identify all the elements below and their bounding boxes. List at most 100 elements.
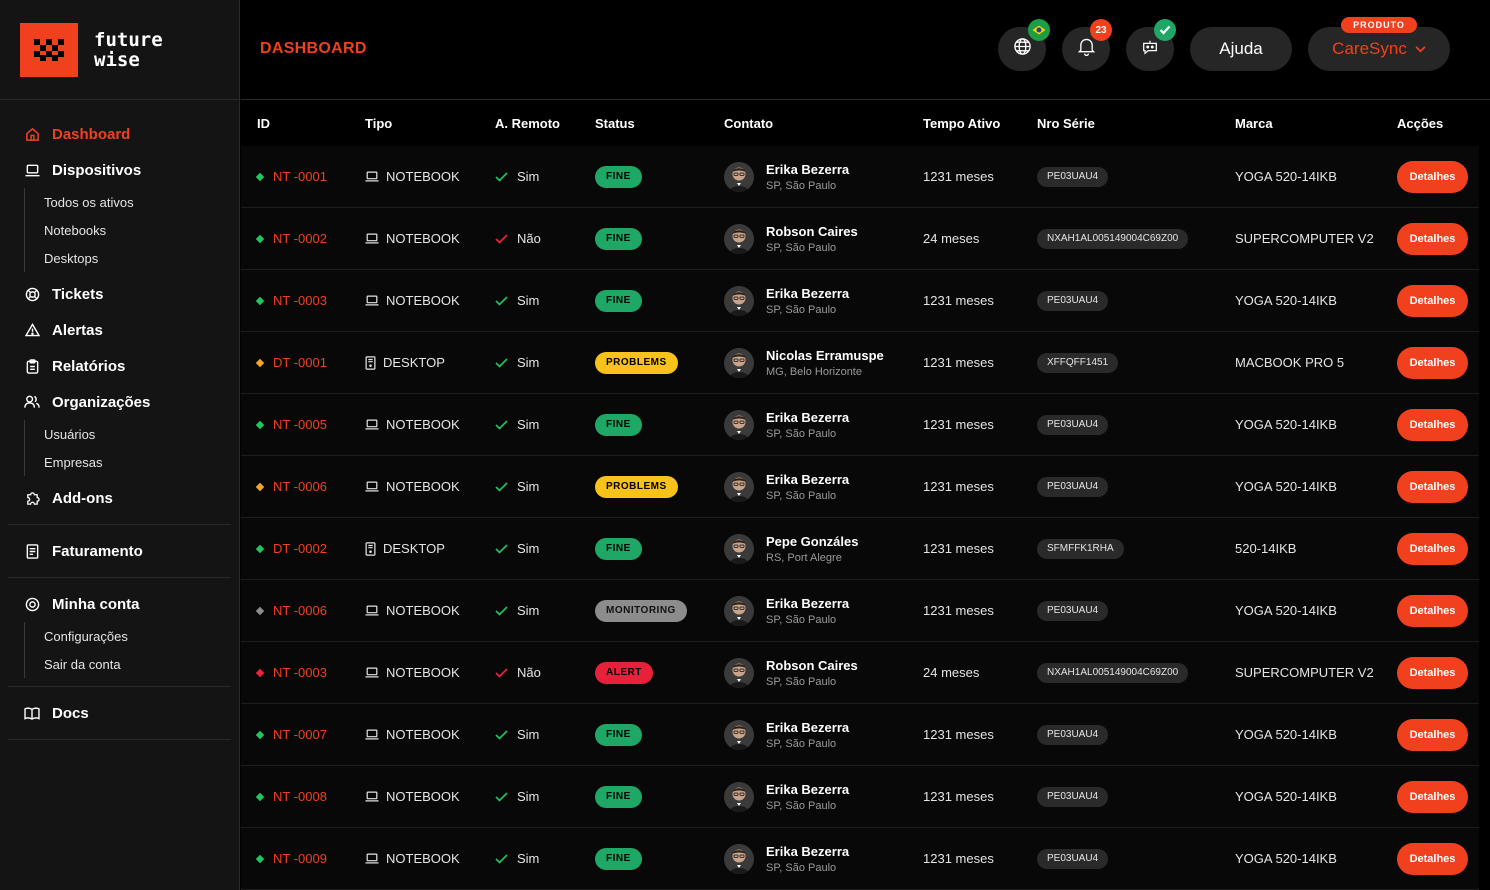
cell-remoto: Sim [479, 727, 579, 742]
cell-tempo: 24 meses [907, 231, 1021, 246]
cell-marca: SUPERCOMPUTER V2 [1219, 665, 1381, 680]
sidebar-item-docs[interactable]: Docs [0, 695, 239, 731]
check-icon [495, 605, 508, 616]
contact-name: Nicolas Erramuspe [766, 347, 884, 363]
col-header-status[interactable]: Status [579, 116, 708, 131]
table-row[interactable]: NT -0008 NOTEBOOK Sim FINE Erika Bezerra SP, … [241, 766, 1479, 828]
table-row[interactable]: NT -0001 NOTEBOOK Sim FINE Erika Bezerra SP, … [241, 146, 1479, 208]
sidebar-item-label: Alertas [52, 321, 103, 339]
device-id[interactable]: NT -0009 [273, 851, 327, 866]
sidebar-subitem-todos-ativos[interactable]: Todos os ativos [44, 188, 239, 216]
status-dot-icon [255, 482, 265, 491]
active-time: 1231 meses [923, 541, 994, 556]
cell-marca: SUPERCOMPUTER V2 [1219, 231, 1381, 246]
details-button[interactable]: Detalhes [1397, 160, 1468, 193]
details-button[interactable]: Detalhes [1397, 780, 1468, 813]
col-header-serie[interactable]: Nro Série [1021, 116, 1219, 131]
receipt-icon [24, 543, 40, 559]
device-id[interactable]: NT -0006 [273, 603, 327, 618]
cell-acoes: Detalhes [1381, 408, 1479, 441]
col-header-tempo[interactable]: Tempo Ativo [907, 116, 1021, 131]
table-row[interactable]: NT -0009 NOTEBOOK Sim FINE Erika Bezerra SP, … [241, 828, 1479, 890]
sidebar-item-alertas[interactable]: Alertas [0, 312, 239, 348]
details-button[interactable]: Detalhes [1397, 408, 1468, 441]
logo[interactable]: future wise [0, 0, 239, 100]
device-id[interactable]: NT -0001 [273, 169, 327, 184]
col-header-id[interactable]: ID [241, 116, 349, 131]
device-id[interactable]: DT -0001 [273, 355, 327, 370]
details-button[interactable]: Detalhes [1397, 842, 1468, 875]
sidebar-subitem-desktops[interactable]: Desktops [44, 244, 239, 272]
table-row[interactable]: NT -0006 NOTEBOOK Sim MONITORING Erika Bezer… [241, 580, 1479, 642]
sidebar-item-label: Minha conta [52, 595, 140, 613]
laptop-icon [365, 853, 379, 864]
table-row[interactable]: NT -0006 NOTEBOOK Sim PROBLEMS Erika Bezerra… [241, 456, 1479, 518]
table-row[interactable]: DT -0001 DESKTOP Sim PROBLEMS Nicolas Erramu… [241, 332, 1479, 394]
device-id[interactable]: NT -0003 [273, 293, 327, 308]
table-row[interactable]: NT -0002 NOTEBOOK Não FINE Robson Caires SP, … [241, 208, 1479, 270]
cell-contato: Erika Bezerra SP, São Paulo [708, 843, 907, 874]
sidebar-item-faturamento[interactable]: Faturamento [0, 533, 239, 569]
status-badge: FINE [595, 847, 642, 870]
sidebar-item-label: Relatórios [52, 357, 126, 375]
brand: YOGA 520-14IKB [1235, 727, 1337, 742]
puzzle-icon [24, 490, 40, 506]
sidebar-subitem-notebooks[interactable]: Notebooks [44, 216, 239, 244]
details-button[interactable]: Detalhes [1397, 222, 1468, 255]
details-button[interactable]: Detalhes [1397, 718, 1468, 751]
col-header-marca[interactable]: Marca [1219, 116, 1381, 131]
table-row[interactable]: NT -0003 NOTEBOOK Não ALERT Robson Caires SP,… [241, 642, 1479, 704]
sidebar-item-addons[interactable]: Add-ons [0, 480, 239, 516]
product-selector[interactable]: CareSync [1308, 27, 1450, 71]
table-row[interactable]: NT -0005 NOTEBOOK Sim FINE Erika Bezerra SP, … [241, 394, 1479, 456]
cell-serie: NXAH1AL005149004C69Z00 [1021, 662, 1219, 683]
device-id[interactable]: NT -0007 [273, 727, 327, 742]
device-id[interactable]: NT -0005 [273, 417, 327, 432]
details-button[interactable]: Detalhes [1397, 532, 1468, 565]
check-red-icon [495, 667, 508, 678]
sidebar-item-organizacoes[interactable]: Organizações [0, 384, 239, 420]
details-button[interactable]: Detalhes [1397, 284, 1468, 317]
device-id[interactable]: NT -0008 [273, 789, 327, 804]
device-type: NOTEBOOK [386, 479, 460, 494]
avatar [724, 533, 754, 564]
avatar [724, 719, 754, 750]
sidebar-subitem-usuarios[interactable]: Usuários [44, 420, 239, 448]
chat-button[interactable] [1126, 19, 1176, 71]
check-icon [495, 791, 508, 802]
cell-id: NT -0003 [241, 293, 349, 308]
laptop-icon [365, 419, 379, 430]
col-header-tipo[interactable]: Tipo [349, 116, 479, 131]
col-header-acoes[interactable]: Acções [1381, 116, 1479, 131]
device-id[interactable]: NT -0002 [273, 231, 327, 246]
details-button[interactable]: Detalhes [1397, 346, 1468, 379]
col-header-remoto[interactable]: A. Remoto [479, 116, 579, 131]
sidebar-item-minha-conta[interactable]: Minha conta [0, 586, 239, 622]
sidebar-item-dispositivos[interactable]: Dispositivos [0, 152, 239, 188]
sidebar-item-relatorios[interactable]: Relatórios [0, 348, 239, 384]
sidebar-item-label: Docs [52, 704, 89, 722]
device-id[interactable]: NT -0006 [273, 479, 327, 494]
notifications-button[interactable]: 23 [1062, 19, 1112, 71]
sidebar-item-dashboard[interactable]: Dashboard [0, 116, 239, 152]
active-time: 1231 meses [923, 851, 994, 866]
device-id[interactable]: DT -0002 [273, 541, 327, 556]
device-type: NOTEBOOK [386, 851, 460, 866]
contact-name: Pepe Gonzáles [766, 533, 859, 549]
sidebar-item-tickets[interactable]: Tickets [0, 276, 239, 312]
details-button[interactable]: Detalhes [1397, 594, 1468, 627]
sidebar-subitem-sair[interactable]: Sair da conta [44, 650, 239, 678]
avatar [724, 595, 754, 626]
table-row[interactable]: NT -0003 NOTEBOOK Sim FINE Erika Bezerra SP, … [241, 270, 1479, 332]
sidebar-subitem-configuracoes[interactable]: Configurações [44, 622, 239, 650]
table-row[interactable]: DT -0002 DESKTOP Sim FINE Pepe Gonzáles RS, P… [241, 518, 1479, 580]
device-id[interactable]: NT -0003 [273, 665, 327, 680]
help-button[interactable]: Ajuda [1190, 27, 1292, 71]
details-button[interactable]: Detalhes [1397, 656, 1468, 689]
sidebar-subitem-empresas[interactable]: Empresas [44, 448, 239, 476]
details-button[interactable]: Detalhes [1397, 470, 1468, 503]
table-row[interactable]: NT -0007 NOTEBOOK Sim FINE Erika Bezerra SP, … [241, 704, 1479, 766]
status-badge: MONITORING [595, 599, 687, 622]
col-header-contato[interactable]: Contato [708, 116, 907, 131]
language-button[interactable] [998, 19, 1050, 71]
